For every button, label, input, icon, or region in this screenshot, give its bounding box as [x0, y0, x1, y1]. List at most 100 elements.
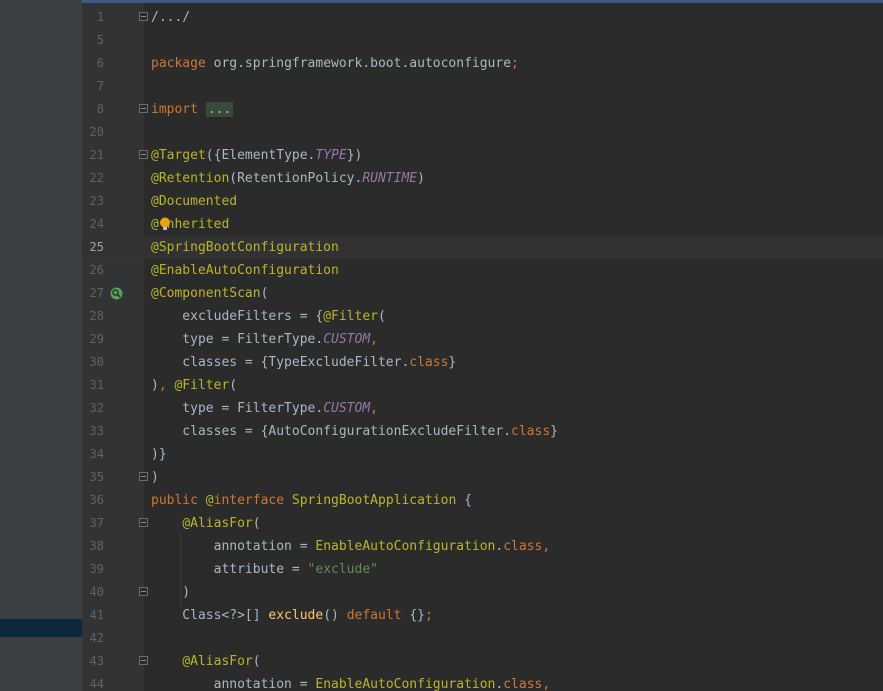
line-number[interactable]: 28 [82, 305, 104, 328]
code-line[interactable]: 40 ) [82, 581, 883, 604]
code-line[interactable]: 25 @SpringBootConfiguration [82, 236, 883, 259]
code-text[interactable]: public @interface SpringBootApplication … [151, 489, 472, 512]
line-number[interactable]: 35 [82, 466, 104, 489]
line-number[interactable]: 34 [82, 443, 104, 466]
code-text[interactable]: annotation = EnableAutoConfiguration.cla… [151, 673, 551, 691]
code-text[interactable]: package org.springframework.boot.autocon… [151, 52, 519, 75]
code-text[interactable]: @Documented [151, 190, 237, 213]
code-text[interactable]: excludeFilters = {@Filter( [151, 305, 386, 328]
line-number[interactable]: 25 [82, 236, 104, 259]
fold-toggle-icon[interactable] [139, 150, 148, 159]
code-text[interactable]: @ nherited [151, 213, 229, 236]
code-line[interactable]: 35) [82, 466, 883, 489]
line-number[interactable]: 29 [82, 328, 104, 351]
code-text[interactable]: type = FilterType.CUSTOM, [151, 397, 378, 420]
code-line[interactable]: 27 @ComponentScan( [82, 282, 883, 305]
code-editor[interactable]: 1 /.../ 5 6 package org.springframework.boot… [82, 0, 883, 691]
code-text[interactable]: annotation = EnableAutoConfiguration.cla… [151, 535, 551, 558]
spring-bean-scan-icon[interactable] [110, 287, 123, 300]
line-number[interactable]: 44 [82, 673, 104, 691]
code-text[interactable]: @SpringBootConfiguration [151, 236, 339, 259]
line-number[interactable]: 41 [82, 604, 104, 627]
code-line[interactable]: 38 annotation = EnableAutoConfiguration.… [82, 535, 883, 558]
code-line[interactable]: 6 package org.springframework.boot.autoco… [82, 52, 883, 75]
project-tree-selected-row[interactable] [0, 619, 82, 637]
line-number[interactable]: 5 [82, 29, 104, 52]
code-line[interactable]: 7 [82, 75, 883, 98]
line-number[interactable]: 24 [82, 213, 104, 236]
line-number[interactable]: 27 [82, 282, 104, 305]
line-number[interactable]: 37 [82, 512, 104, 535]
code-line[interactable]: 37 @AliasFor( [82, 512, 883, 535]
line-number[interactable]: 31 [82, 374, 104, 397]
code-text[interactable]: type = FilterType.CUSTOM, [151, 328, 378, 351]
line-number[interactable]: 32 [82, 397, 104, 420]
code-line[interactable]: 36 public @interface SpringBootApplicatio… [82, 489, 883, 512]
line-number[interactable]: 7 [82, 75, 104, 98]
code-text[interactable]: @ComponentScan( [151, 282, 268, 305]
code-line[interactable]: 21 @Target({ElementType.TYPE}) [82, 144, 883, 167]
line-number[interactable]: 33 [82, 420, 104, 443]
line-number[interactable]: 40 [82, 581, 104, 604]
code-text[interactable]: ) [151, 581, 190, 604]
project-tool-window[interactable] [0, 0, 82, 691]
code-line[interactable]: 39 attribute = "exclude" [82, 558, 883, 581]
code-text[interactable]: classes = {TypeExcludeFilter.class} [151, 351, 456, 374]
code-line[interactable]: 24 @ nherited [82, 213, 883, 236]
code-line[interactable]: 41 Class<?>[] exclude() default {}; [82, 604, 883, 627]
code-line[interactable]: 31 ), @Filter( [82, 374, 883, 397]
line-number[interactable]: 1 [82, 6, 104, 29]
code-text[interactable]: classes = {AutoConfigurationExcludeFilte… [151, 420, 558, 443]
code-text[interactable]: ), @Filter( [151, 374, 237, 397]
code-line[interactable]: 5 [82, 29, 883, 52]
line-number[interactable]: 39 [82, 558, 104, 581]
code-token: @ComponentScan [151, 286, 261, 301]
fold-toggle-icon[interactable] [139, 518, 148, 527]
code-line[interactable]: 22 @Retention(RetentionPolicy.RUNTIME) [82, 167, 883, 190]
code-line[interactable]: 26 @EnableAutoConfiguration [82, 259, 883, 282]
line-number[interactable]: 43 [82, 650, 104, 673]
code-line[interactable]: 23 @Documented [82, 190, 883, 213]
line-number[interactable]: 20 [82, 121, 104, 144]
code-text[interactable]: import ... [151, 98, 234, 121]
line-number[interactable]: 42 [82, 627, 104, 650]
code-line[interactable]: 8 import ... [82, 98, 883, 121]
line-number[interactable]: 22 [82, 167, 104, 190]
code-text[interactable]: @Target({ElementType.TYPE}) [151, 144, 362, 167]
line-number[interactable]: 36 [82, 489, 104, 512]
fold-toggle-icon[interactable] [139, 656, 148, 665]
code-line[interactable]: 33 classes = {AutoConfigurationExcludeFi… [82, 420, 883, 443]
code-line[interactable]: 30 classes = {TypeExcludeFilter.class} [82, 351, 883, 374]
code-text[interactable]: /.../ [151, 6, 190, 29]
code-token: EnableAutoConfiguration [315, 539, 496, 554]
line-number[interactable]: 38 [82, 535, 104, 558]
line-number[interactable]: 8 [82, 98, 104, 121]
fold-toggle-icon[interactable] [139, 12, 148, 21]
fold-toggle-icon[interactable] [139, 104, 148, 113]
code-line[interactable]: 20 [82, 121, 883, 144]
code-text[interactable]: attribute = "exclude" [151, 558, 378, 581]
line-number[interactable]: 23 [82, 190, 104, 213]
code-line[interactable]: 28 excludeFilters = {@Filter( [82, 305, 883, 328]
code-line[interactable]: 34)} [82, 443, 883, 466]
fold-toggle-icon[interactable] [139, 587, 148, 596]
code-line[interactable]: 1 /.../ [82, 6, 883, 29]
code-text[interactable]: Class<?>[] exclude() default {}; [151, 604, 433, 627]
fold-toggle-icon[interactable] [139, 472, 148, 481]
code-text[interactable]: ) [151, 466, 159, 489]
line-number[interactable]: 30 [82, 351, 104, 374]
code-text[interactable]: @EnableAutoConfiguration [151, 259, 339, 282]
code-line[interactable]: 43 @AliasFor( [82, 650, 883, 673]
code-text[interactable]: @AliasFor( [151, 650, 260, 673]
line-number[interactable]: 26 [82, 259, 104, 282]
code-token: ) [151, 585, 191, 600]
line-number[interactable]: 21 [82, 144, 104, 167]
code-text[interactable]: @Retention(RetentionPolicy.RUNTIME) [151, 167, 425, 190]
line-number[interactable]: 6 [82, 52, 104, 75]
code-line[interactable]: 32 type = FilterType.CUSTOM, [82, 397, 883, 420]
code-text[interactable]: @AliasFor( [151, 512, 260, 535]
code-line[interactable]: 29 type = FilterType.CUSTOM, [82, 328, 883, 351]
code-text[interactable]: )} [151, 443, 167, 466]
code-line[interactable]: 44 annotation = EnableAutoConfiguration.… [82, 673, 883, 691]
code-line[interactable]: 42 [82, 627, 883, 650]
